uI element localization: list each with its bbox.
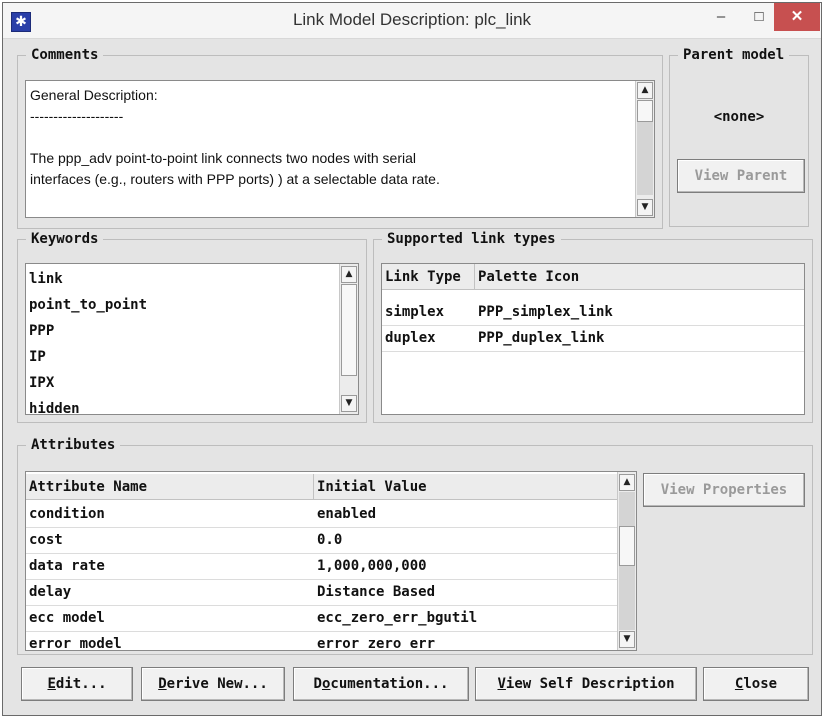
table-cell[interactable]: error_zero_err xyxy=(314,631,619,650)
table-cell[interactable]: ecc_zero_err_bgutil xyxy=(314,605,619,631)
comment-line xyxy=(30,129,630,150)
comments-text: General Description: -------------------… xyxy=(30,87,630,192)
derive-new-label: erive New... xyxy=(166,676,268,692)
scroll-thumb[interactable] xyxy=(619,526,635,566)
comments-textarea[interactable]: General Description: -------------------… xyxy=(25,80,655,218)
view-self-description-button[interactable]: View Self Description xyxy=(475,667,697,701)
scroll-thumb[interactable] xyxy=(637,100,653,122)
table-cell[interactable]: cost xyxy=(26,527,314,553)
scroll-thumb[interactable] xyxy=(341,284,357,376)
column-header-link-type[interactable]: Link Type xyxy=(382,264,475,290)
minimize-icon[interactable]: – xyxy=(708,3,734,31)
table-cell[interactable]: 1,000,000,000 xyxy=(314,553,619,579)
comments-label: Comments xyxy=(31,47,99,63)
scroll-track[interactable] xyxy=(619,566,635,630)
column-header-attribute-name[interactable]: Attribute Name xyxy=(26,474,314,500)
scroll-down-icon[interactable]: ▼ xyxy=(341,395,357,412)
parent-model-value: <none> xyxy=(713,109,765,125)
close-label: lose xyxy=(743,676,778,692)
scroll-track[interactable] xyxy=(619,492,635,526)
comments-scrollbar[interactable]: ▲ ▼ xyxy=(635,81,654,217)
attributes-scrollbar[interactable]: ▲ ▼ xyxy=(617,472,636,650)
edit-mnemonic: E xyxy=(47,676,56,692)
table-cell[interactable]: condition xyxy=(26,501,314,527)
parent-model-label: Parent model xyxy=(683,47,785,63)
comment-line: interfaces (e.g., routers with PPP ports… xyxy=(30,171,440,187)
keywords-scrollbar[interactable]: ▲ ▼ xyxy=(339,264,358,414)
scroll-down-icon[interactable]: ▼ xyxy=(619,631,635,648)
table-cell[interactable]: duplex xyxy=(382,325,475,351)
keyword-item[interactable]: IPX xyxy=(29,372,54,394)
supported-link-types-label: Supported link types xyxy=(387,231,556,247)
scroll-track[interactable] xyxy=(637,122,653,195)
link-model-description-window: ✱ Link Model Description: plc_link – □ ✕… xyxy=(2,2,822,716)
keyword-item[interactable]: IP xyxy=(29,346,46,368)
table-cell[interactable]: ecc model xyxy=(26,605,314,631)
documentation-label-prefix: D xyxy=(313,676,322,692)
table-cell[interactable]: simplex xyxy=(382,299,475,325)
link-types-table: Link Type Palette Icon simplex PPP_simpl… xyxy=(381,263,805,415)
close-icon[interactable]: ✕ xyxy=(774,3,820,31)
row-divider xyxy=(382,351,804,352)
table-cell[interactable]: PPP_duplex_link xyxy=(475,325,804,351)
comment-line: -------------------- xyxy=(30,108,124,124)
table-cell[interactable]: data rate xyxy=(26,553,314,579)
title-bar: ✱ Link Model Description: plc_link – □ ✕ xyxy=(3,3,821,39)
scroll-up-icon[interactable]: ▲ xyxy=(341,266,357,283)
table-cell[interactable]: enabled xyxy=(314,501,619,527)
table-cell[interactable]: error model xyxy=(26,631,314,650)
view-parent-button[interactable]: View Parent xyxy=(677,159,805,193)
table-cell[interactable]: PPP_simplex_link xyxy=(475,299,804,325)
keyword-item[interactable]: link xyxy=(29,268,63,290)
table-cell[interactable]: delay xyxy=(26,579,314,605)
edit-label: dit... xyxy=(55,676,107,692)
attributes-label: Attributes xyxy=(31,437,116,453)
documentation-button[interactable]: Documentation... xyxy=(293,667,469,701)
comment-line: General Description: xyxy=(30,87,158,103)
scroll-up-icon[interactable]: ▲ xyxy=(637,82,653,99)
view-self-label: iew Self Description xyxy=(505,676,675,692)
keyword-item[interactable]: PPP xyxy=(29,320,54,342)
keyword-item[interactable]: hidden xyxy=(29,398,80,414)
keyword-item[interactable]: point_to_point xyxy=(29,294,147,316)
derive-new-button[interactable]: Derive New... xyxy=(141,667,285,701)
column-header-initial-value[interactable]: Initial Value xyxy=(314,474,619,500)
attributes-table: Attribute Name Initial Value condition e… xyxy=(25,471,637,651)
table-cell[interactable]: Distance Based xyxy=(314,579,619,605)
view-properties-button[interactable]: View Properties xyxy=(643,473,805,507)
keywords-label: Keywords xyxy=(31,231,99,247)
edit-button[interactable]: Edit... xyxy=(21,667,133,701)
parent-model-group: Parent model xyxy=(669,47,809,227)
view-self-mnemonic: V xyxy=(497,676,506,692)
window-title: Link Model Description: plc_link xyxy=(292,10,532,29)
maximize-icon[interactable]: □ xyxy=(746,3,772,31)
documentation-label: cumentation... xyxy=(330,676,449,692)
scroll-up-icon[interactable]: ▲ xyxy=(619,474,635,491)
comment-line: The ppp_adv point-to-point link connects… xyxy=(30,150,416,166)
table-cell[interactable]: 0.0 xyxy=(314,527,619,553)
derive-new-mnemonic: D xyxy=(158,676,167,692)
close-button[interactable]: Close xyxy=(703,667,809,701)
scroll-down-icon[interactable]: ▼ xyxy=(637,199,653,216)
keywords-list[interactable]: link point_to_point PPP IP IPX hidden ▲ … xyxy=(25,263,359,415)
column-header-palette-icon[interactable]: Palette Icon xyxy=(475,264,804,290)
